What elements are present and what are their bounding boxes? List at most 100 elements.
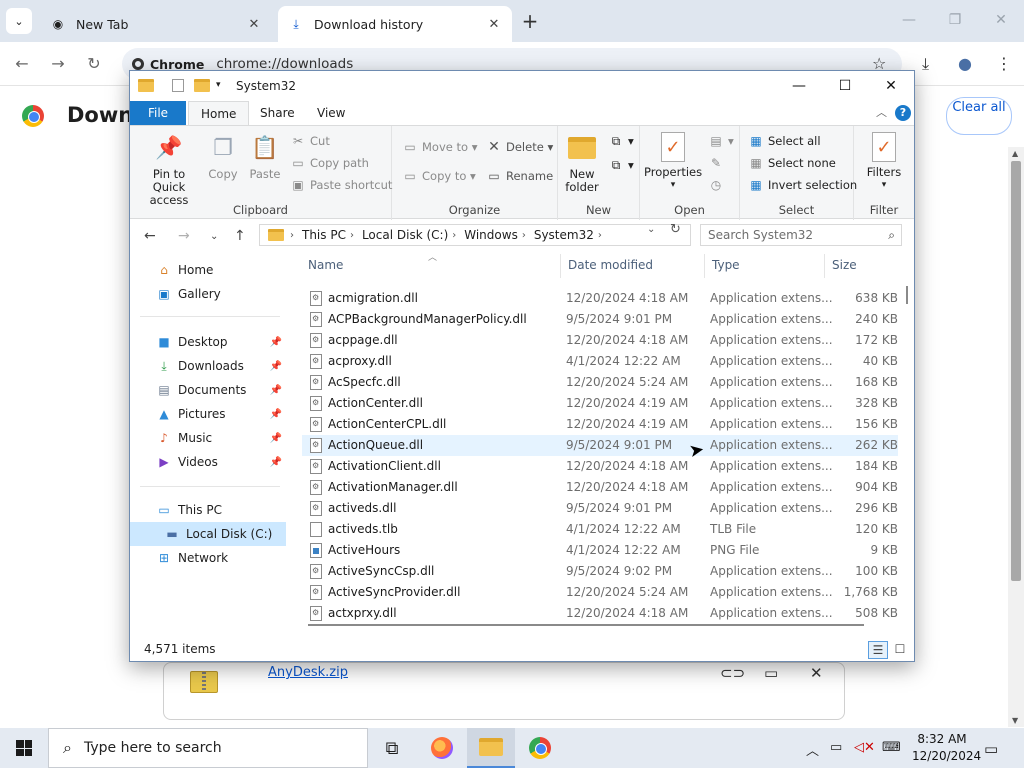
new-folder-button[interactable]: New folder bbox=[562, 132, 602, 194]
tab-file[interactable]: File bbox=[130, 101, 186, 125]
pin-quick-access-button[interactable]: 📌 Pin to Quick access bbox=[136, 132, 202, 207]
pin-icon[interactable]: 📌 bbox=[270, 337, 282, 348]
edit-button[interactable]: ✎ bbox=[708, 156, 728, 170]
file-row[interactable]: ActionCenterCPL.dll 12/20/2024 4:19 AM App… bbox=[302, 414, 898, 435]
back-icon[interactable]: ← bbox=[144, 228, 156, 244]
close-icon[interactable]: ✕ bbox=[246, 17, 262, 32]
address-bar[interactable]: › This PC › Local Disk (C:) › Windows › Sys… bbox=[259, 224, 691, 246]
breadcrumb-windows[interactable]: Windows bbox=[464, 228, 518, 242]
filters-button[interactable]: ✓ Filters ▾ bbox=[862, 132, 906, 192]
nav-item-videos[interactable]: ▶ Videos 📌 bbox=[130, 450, 286, 474]
file-row[interactable]: ActivationClient.dll 12/20/2024 4:18 AM Ap… bbox=[302, 456, 898, 477]
file-row[interactable]: acproxy.dll 4/1/2024 12:22 AM Application … bbox=[302, 351, 898, 372]
scroll-up-icon[interactable]: ▲ bbox=[1012, 149, 1018, 158]
nav-item-desktop[interactable]: ■ Desktop 📌 bbox=[130, 330, 286, 354]
file-row[interactable]: acmigration.dll 12/20/2024 4:18 AM Applica… bbox=[302, 288, 898, 309]
invert-selection-button[interactable]: ▦ Invert selection bbox=[748, 178, 857, 192]
pin-icon[interactable]: 📌 bbox=[270, 433, 282, 444]
column-divider[interactable] bbox=[560, 254, 561, 278]
scrollbar-thumb[interactable] bbox=[1011, 161, 1021, 581]
tab-home[interactable]: Home bbox=[188, 101, 250, 125]
profile-icon[interactable]: ● bbox=[958, 54, 972, 73]
more-menu-icon[interactable]: ⋮ bbox=[996, 54, 1012, 73]
forward-icon[interactable]: → bbox=[178, 228, 190, 244]
taskbar-chrome[interactable] bbox=[516, 728, 564, 768]
tab-download-history[interactable]: ⤓ Download history ✕ bbox=[278, 6, 512, 42]
keyboard-icon[interactable]: ⌨ bbox=[882, 740, 901, 755]
download-file-link[interactable]: AnyDesk.zip bbox=[268, 665, 348, 680]
breadcrumb-this-pc[interactable]: This PC bbox=[302, 228, 346, 242]
forward-icon[interactable]: → bbox=[48, 54, 68, 74]
chevron-right-icon[interactable]: › bbox=[598, 230, 602, 241]
nav-item-documents[interactable]: ▤ Documents 📌 bbox=[130, 378, 286, 402]
open-button[interactable]: ▤ ▾ bbox=[708, 134, 733, 148]
column-header-date[interactable]: Date modified bbox=[568, 258, 653, 272]
close-icon[interactable]: ✕ bbox=[978, 0, 1024, 40]
paste-button[interactable]: 📋 Paste bbox=[246, 132, 284, 181]
show-hidden-icons-icon[interactable]: ︿ bbox=[806, 740, 819, 759]
large-icons-view-icon[interactable]: ☐ bbox=[890, 641, 910, 659]
network-icon[interactable]: ▭ bbox=[830, 740, 842, 755]
details-view-icon[interactable]: ☰ bbox=[868, 641, 888, 659]
move-to-button[interactable]: ▭ Move to ▾ bbox=[402, 140, 477, 154]
file-row[interactable]: ActiveHours 4/1/2024 12:22 AM PNG File 9 KB bbox=[302, 540, 898, 561]
search-input[interactable]: Search System32 ⌕ bbox=[700, 224, 902, 246]
system-clock[interactable]: 8:32 AM 12/20/2024 bbox=[912, 731, 981, 765]
pin-icon[interactable]: 📌 bbox=[270, 409, 282, 420]
chevron-up-icon[interactable]: ︿ bbox=[876, 104, 887, 120]
tab-view[interactable]: View bbox=[305, 101, 357, 125]
taskbar-file-explorer[interactable] bbox=[467, 728, 515, 768]
copy-link-icon[interactable]: ⊂⊃ bbox=[720, 664, 745, 682]
delete-button[interactable]: ✕ Delete ▾ bbox=[486, 139, 553, 155]
remove-icon[interactable]: ✕ bbox=[810, 664, 823, 682]
nav-item-pictures[interactable]: ▲ Pictures 📌 bbox=[130, 402, 286, 426]
column-header-name[interactable]: Name bbox=[308, 258, 343, 272]
back-icon[interactable]: ← bbox=[12, 54, 32, 74]
nav-item-music[interactable]: ♪ Music 📌 bbox=[130, 426, 286, 450]
task-view-button[interactable]: ⧉ bbox=[368, 728, 416, 768]
chevron-right-icon[interactable]: › bbox=[350, 230, 354, 241]
easy-access-button[interactable]: ⧉ ▾ bbox=[608, 158, 634, 173]
properties-icon[interactable] bbox=[172, 79, 184, 92]
customize-toolbar-icon[interactable]: ▾ bbox=[216, 80, 232, 93]
clear-all-button[interactable]: Clear all bbox=[946, 97, 1012, 135]
paste-shortcut-button[interactable]: ▣ Paste shortcut bbox=[290, 178, 392, 192]
file-row[interactable]: ActivationManager.dll 12/20/2024 4:18 AM A… bbox=[302, 477, 898, 498]
scroll-down-icon[interactable]: ▼ bbox=[1012, 716, 1018, 725]
nav-item-this-pc[interactable]: ▭ This PC bbox=[130, 498, 286, 522]
file-row[interactable]: ActiveSyncCsp.dll 9/5/2024 9:02 PM Applica… bbox=[302, 561, 898, 582]
refresh-icon[interactable]: ↻ bbox=[670, 222, 681, 237]
pin-icon[interactable]: 📌 bbox=[270, 361, 282, 372]
file-row[interactable]: ActionQueue.dll 9/5/2024 9:01 PM Applicati… bbox=[302, 435, 898, 456]
new-tab-button[interactable]: + bbox=[518, 10, 542, 34]
list-horizontal-scrollbar[interactable] bbox=[308, 620, 868, 630]
pin-icon[interactable]: 📌 bbox=[270, 385, 282, 396]
taskbar-firefox[interactable] bbox=[418, 728, 466, 768]
copy-button[interactable]: ❐ Copy bbox=[206, 132, 240, 181]
new-folder-icon[interactable] bbox=[194, 79, 210, 92]
history-button[interactable]: ◷ bbox=[708, 178, 728, 192]
restore-icon[interactable]: ❐ bbox=[932, 0, 978, 40]
list-vertical-scrollbar[interactable] bbox=[902, 278, 914, 618]
scrollbar-thumb[interactable] bbox=[308, 624, 864, 626]
show-in-folder-icon[interactable]: ▭ bbox=[764, 664, 778, 682]
taskbar-search-input[interactable]: ⌕ Type here to search bbox=[48, 728, 368, 768]
file-row[interactable]: AcSpecfc.dll 12/20/2024 5:24 AM Applicatio… bbox=[302, 372, 898, 393]
nav-item-downloads[interactable]: ⤓ Downloads 📌 bbox=[130, 354, 286, 378]
copy-path-button[interactable]: ▭ Copy path bbox=[290, 156, 369, 170]
start-button[interactable] bbox=[0, 728, 48, 768]
download-icon[interactable]: ⤓ bbox=[922, 54, 929, 74]
column-divider[interactable] bbox=[824, 254, 825, 278]
file-row[interactable]: ActionCenter.dll 12/20/2024 4:19 AM Applic… bbox=[302, 393, 898, 414]
breadcrumb-local-disk[interactable]: Local Disk (C:) bbox=[362, 228, 448, 242]
file-row[interactable]: ActiveSyncProvider.dll 12/20/2024 5:24 AM… bbox=[302, 582, 898, 603]
minimize-icon[interactable]: — bbox=[886, 0, 932, 40]
reload-icon[interactable]: ↻ bbox=[84, 54, 104, 74]
column-header-size[interactable]: Size bbox=[832, 258, 857, 272]
file-row[interactable]: activeds.tlb 4/1/2024 12:22 AM TLB File 120… bbox=[302, 519, 898, 540]
scrollbar-thumb[interactable] bbox=[906, 286, 908, 304]
address-dropdown-icon[interactable]: ⌄ bbox=[647, 224, 655, 235]
pin-icon[interactable]: 📌 bbox=[270, 457, 282, 468]
tab-search-button[interactable]: ⌄ bbox=[6, 8, 32, 34]
notifications-icon[interactable]: ▭ bbox=[984, 740, 998, 758]
